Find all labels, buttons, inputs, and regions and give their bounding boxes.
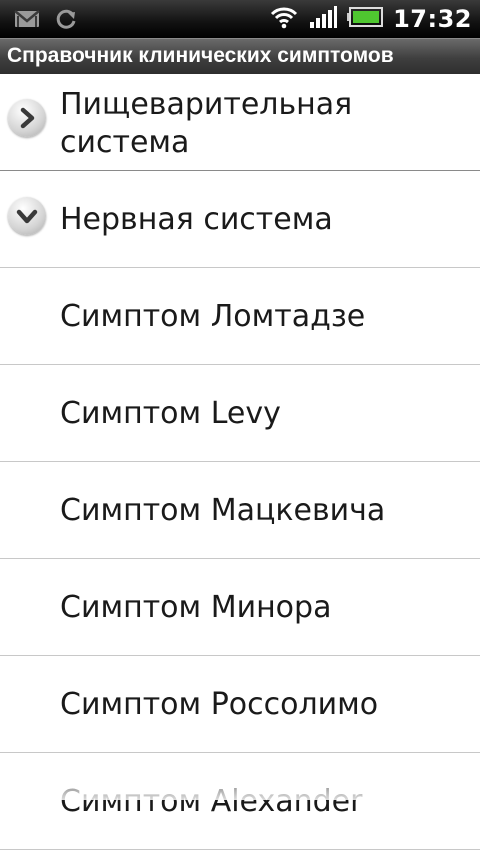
gmail-icon (14, 9, 40, 33)
list-item[interactable]: Симптом Ломтадзе (0, 268, 480, 365)
group-nervous-system[interactable]: Нервная система (0, 171, 480, 268)
list-item[interactable]: Симптом Минора (0, 559, 480, 656)
group-label: Нервная система (60, 202, 333, 237)
list-item[interactable]: Симптом Россолимо (0, 656, 480, 753)
chevron-down-icon (8, 197, 46, 235)
app-title-bar: Справочник клинических симптомов (0, 38, 480, 74)
list-item[interactable]: Симптом Levy (0, 365, 480, 462)
group-label: Пищеварительная система (60, 87, 353, 160)
list-item-label: Симптом Мацкевича (60, 493, 386, 528)
symptom-list: Пищеварительная система Нервная система … (0, 74, 480, 850)
app-title: Справочник клинических симптомов (7, 44, 394, 67)
list-item[interactable]: Симптом Мацкевича (0, 462, 480, 559)
status-bar: 17:32 (0, 0, 480, 38)
signal-icon (309, 5, 338, 33)
group-digestive-system[interactable]: Пищеварительная система (0, 74, 480, 171)
clock: 17:32 (393, 5, 472, 33)
wifi-icon (269, 5, 299, 33)
battery-icon (347, 6, 384, 32)
list-item-label: Симптом Alexander (60, 784, 363, 819)
sync-icon (54, 7, 78, 35)
list-item-label: Симптом Ломтадзе (60, 299, 366, 334)
list-item[interactable]: Симптом Alexander (0, 753, 480, 850)
list-item-label: Симптом Levy (60, 396, 281, 431)
list-item-label: Симптом Минора (60, 590, 332, 625)
chevron-right-icon (8, 99, 46, 137)
list-item-label: Симптом Россолимо (60, 687, 379, 722)
